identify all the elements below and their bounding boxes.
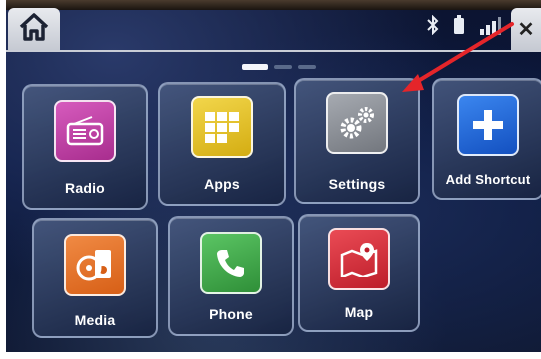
head-unit-screen: ✕ Radio Apps Settings Add Shortcut Media… <box>6 0 541 352</box>
annotation-arrow <box>402 22 514 92</box>
